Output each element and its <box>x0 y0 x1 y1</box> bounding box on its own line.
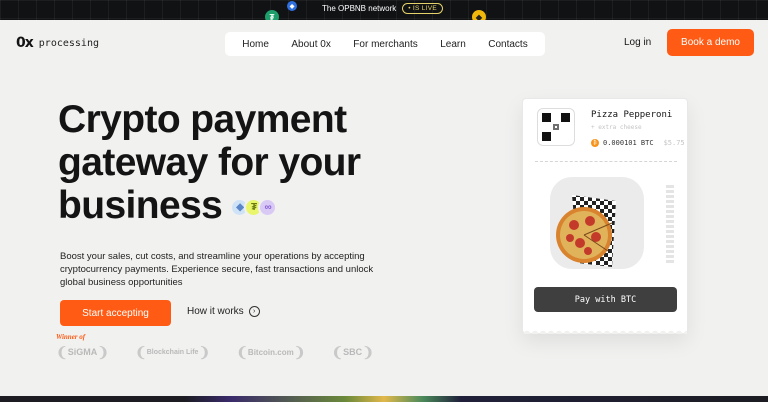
award-label: Blockchain Life <box>146 348 199 356</box>
start-accepting-button[interactable]: Start accepting <box>60 300 171 326</box>
award-label: Bitcoin.com <box>247 347 294 357</box>
announcement-bar[interactable]: ₮ ◆ The OPBNB network • IS LIVE ◆ <box>0 0 768 20</box>
hero-description: Boost your sales, cut costs, and streaml… <box>60 251 374 288</box>
logo-mark: 0x <box>16 35 34 51</box>
pizza-image <box>556 195 616 267</box>
login-link[interactable]: Log in <box>624 37 651 48</box>
qr-code <box>537 108 575 146</box>
divider <box>535 161 677 162</box>
item-modifier: + extra cheese <box>591 124 642 131</box>
price-fiat: $5.75 <box>663 139 685 147</box>
nav-item-about[interactable]: About 0x <box>291 39 330 50</box>
item-name: Pizza Pepperoni <box>591 110 673 120</box>
book-demo-button[interactable]: Book a demo <box>667 29 754 56</box>
awards-row: Winner of ❨ SiGMA ❩ ❨ Blockchain Life ❩ … <box>56 333 374 366</box>
polygon-icon: ∞ <box>258 198 278 218</box>
arrow-right-icon: › <box>248 306 260 317</box>
how-it-works-label: How it works <box>187 306 244 317</box>
laurel-left-icon: ❨ <box>331 343 344 360</box>
laurel-left-icon: ❨ <box>236 343 248 360</box>
award-label: SBC <box>343 347 363 357</box>
award-bitcoin-com: ❨ Bitcoin.com ❩ <box>236 338 305 366</box>
announcement[interactable]: The OPBNB network • IS LIVE <box>322 3 444 14</box>
bitcoin-icon: ₿ <box>591 139 599 147</box>
hero-title-line-1: Crypto payment <box>58 98 347 141</box>
award-sigma: Winner of ❨ SiGMA ❩ <box>56 333 109 366</box>
laurel-left-icon: ❨ <box>56 343 68 360</box>
main-nav: Home About 0x For merchants Learn Contac… <box>225 32 545 56</box>
price-row: ₿ 0.000101 BTC $5.75 <box>591 139 685 147</box>
logo[interactable]: 0x processing <box>16 35 99 51</box>
laurel-right-icon: ❩ <box>198 343 211 360</box>
pay-with-btc-button[interactable]: Pay with BTC <box>534 287 677 312</box>
award-label: SiGMA <box>67 347 98 357</box>
laurel-left-icon: ❨ <box>134 343 147 360</box>
token-icon-blue: ◆ <box>287 1 297 11</box>
nav-item-merchants[interactable]: For merchants <box>353 39 417 50</box>
receipt-tear-edge <box>523 328 687 334</box>
payment-receipt-card: Pizza Pepperoni + extra cheese ₿ 0.00010… <box>522 98 688 334</box>
laurel-right-icon: ❩ <box>97 343 109 360</box>
winner-label: Winner of <box>56 333 86 341</box>
nav-item-learn[interactable]: Learn <box>440 39 466 50</box>
hero-title-line-2: gateway for your <box>58 141 361 184</box>
award-sbc: ❨ SBC ❩ <box>331 338 373 366</box>
laurel-right-icon: ❩ <box>293 343 306 360</box>
announcement-text: The OPBNB network <box>322 4 397 13</box>
logo-text: processing <box>38 37 99 49</box>
award-blockchain-life: ❨ Blockchain Life ❩ <box>135 338 210 366</box>
how-it-works-link[interactable]: How it works › <box>187 306 260 317</box>
live-badge: • IS LIVE <box>402 3 444 14</box>
crypto-chips: ◆ ₮ ∞ <box>230 198 278 218</box>
laurel-right-icon: ❩ <box>362 343 374 360</box>
site-header: 0x processing Home About 0x For merchant… <box>0 20 768 66</box>
nav-item-contacts[interactable]: Contacts <box>488 39 527 50</box>
hero-title-line-3-wrap: business ◆ ₮ ∞ <box>58 184 458 227</box>
barcode-strip <box>666 185 674 265</box>
price-crypto: 0.000101 BTC <box>603 139 654 147</box>
hero-title: Crypto payment gateway for your business… <box>58 98 458 227</box>
bnb-icon: ◆ <box>472 10 486 20</box>
token-icon-green: ₮ <box>265 10 279 20</box>
next-section-preview <box>0 396 768 402</box>
hero-title-line-3: business <box>58 184 223 227</box>
nav-item-home[interactable]: Home <box>242 39 269 50</box>
